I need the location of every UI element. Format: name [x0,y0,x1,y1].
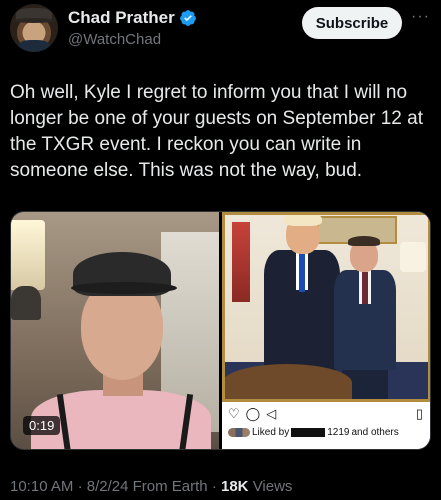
liked-avatars [228,428,250,437]
meta-separator: · [77,478,83,495]
subscribe-button[interactable]: Subscribe [302,7,402,39]
instagram-liked-by: Liked by 1219 and others [228,427,399,438]
instagram-icons: ♡ ◯ ◁ [228,406,276,422]
shirt-shape [18,40,50,52]
share-icon: ◁ [266,406,277,421]
liked-prefix: Liked by [252,427,290,438]
meta-separator-2: · [211,478,217,495]
lamp-shape [11,220,45,290]
media-grid: 0:19 ♡ ◯ ◁ ▯ Liked by 1219 and others [10,211,431,450]
tweet-source: From Earth [132,478,208,495]
verified-badge-icon [179,10,196,26]
tweet-time[interactable]: 10:10 AM [10,478,73,495]
views-count: 18K [220,478,249,495]
comment-icon: ◯ [245,406,261,421]
video-duration-badge: 0:19 [23,416,61,435]
tweet-header: Chad Prather @WatchChad Subscribe ··· [0,0,441,60]
hat-brim-shape [12,18,56,23]
bookmark-icon: ▯ [415,406,423,421]
tweet-text: Oh well, Kyle I regret to inform you tha… [10,82,423,181]
heart-icon: ♡ [228,406,240,421]
tweet-date[interactable]: 8/2/24 [87,478,129,495]
lamp-shade-shape [11,286,41,320]
author-display-name[interactable]: Chad Prather [68,8,175,28]
instagram-action-bar: ♡ ◯ ◁ ▯ Liked by 1219 and others [222,402,430,449]
liked-suffix: and others [351,427,399,438]
video-thumbnail[interactable]: 0:19 [11,212,219,449]
author-handle[interactable]: @WatchChad [68,31,161,48]
photo-thumbnail[interactable]: ♡ ◯ ◁ ▯ Liked by 1219 and others [222,212,430,449]
redacted-username [291,428,326,437]
photo-frame-border [222,212,430,402]
liked-count: 1219 [327,427,350,438]
tweet-meta: 10:10 AM · 8/2/24 From Earth · 18K Views [10,478,292,495]
views-label: Views [252,478,293,495]
more-options-icon[interactable]: ··· [411,8,430,26]
name-row: Chad Prather [68,8,197,28]
author-avatar[interactable] [10,4,58,52]
cap-brim-shape [71,282,177,294]
